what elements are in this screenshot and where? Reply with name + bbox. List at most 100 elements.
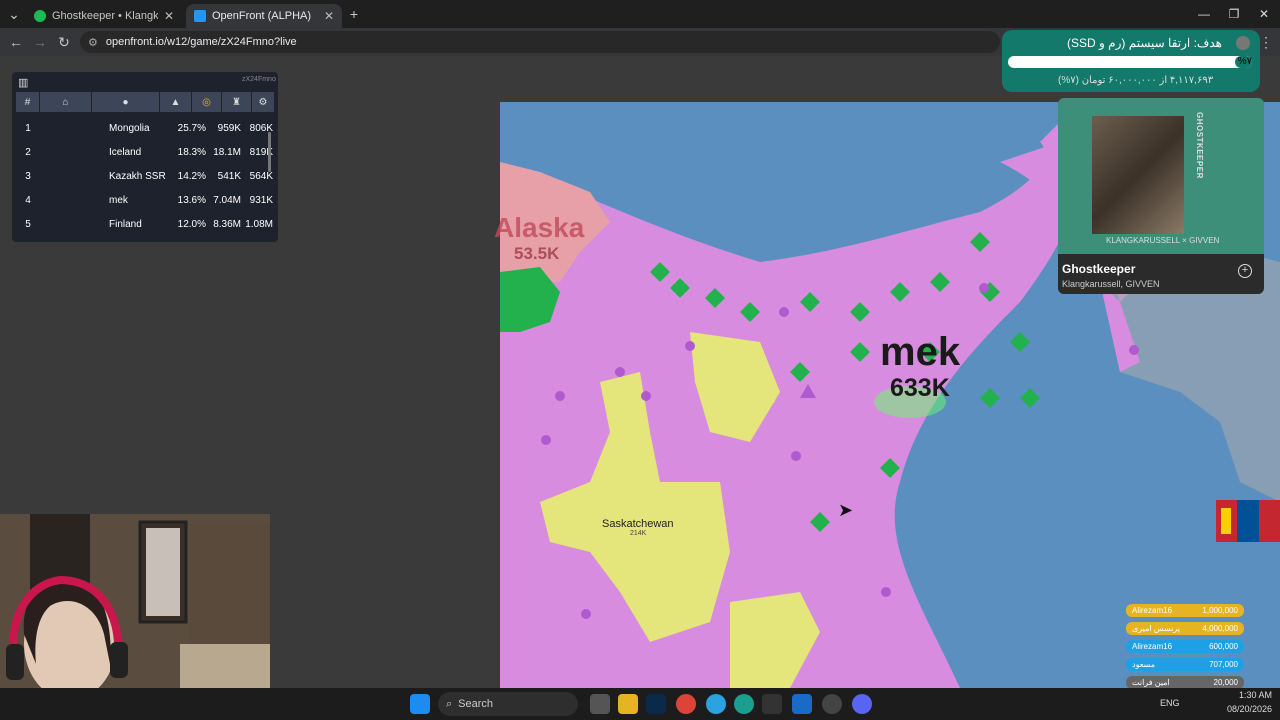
unit-marker[interactable] [1010,332,1030,352]
gold-icon[interactable]: ◎ [192,92,222,112]
leaderboard-row[interactable]: 3 Kazakh SSR 14.2% 541K 564K [16,164,274,188]
donation-entry: Alirezam16 1,000,000 [1126,604,1244,617]
windows-start-icon[interactable] [410,694,430,714]
album-photo [1092,116,1184,234]
tab-ghostkeeper[interactable]: Ghostkeeper • Klangkarussell, G... ✕ [26,4,182,28]
goal-title: هدف: ارتقا سیستم (رم و SSD) [1067,36,1222,50]
donation-entry: مسعود 707,000 [1126,658,1244,671]
troops-value: 931K [249,194,273,206]
donation-amount: 4,000,000 [1202,624,1238,633]
donor-name: Alirezam16 [1132,606,1173,615]
telegram-icon[interactable] [706,694,726,714]
city-marker[interactable] [641,391,651,401]
back-button[interactable]: ← [6,32,26,52]
new-tab-button[interactable]: + [344,4,364,24]
territory-pct: 14.2% [177,170,206,182]
search-icon: ⌕ [446,697,453,710]
windows-taskbar: ⌕ Search ENG 1:30 AM 08/20/2026 [0,688,1280,720]
app-icon[interactable] [762,694,782,714]
tab-openfront[interactable]: OpenFront (ALPHA) ✕ [186,4,342,28]
tab-search-icon[interactable]: ⌄ [4,4,24,24]
player-name: mek [109,194,128,206]
player-name: Iceland [109,146,142,158]
city-marker[interactable] [685,341,695,351]
city-marker[interactable] [979,283,989,293]
mek-troops: 633K [890,374,950,402]
donation-goal-widget: هدف: ارتقا سیستم (رم و SSD) %۷ ۴,۱۱۷,۶۹۳… [1002,30,1260,92]
taskbar-search[interactable]: ⌕ Search [438,692,578,716]
territory-sort-icon[interactable]: ▲ [160,92,192,112]
leaderboard-header: # ⌂ ● ▲ ◎ ♜ ⚙ [16,92,274,112]
close-icon[interactable]: ✕ [324,9,334,23]
leaderboard-row[interactable]: 1 Mongolia 25.7% 959K 806K [16,116,274,140]
mek-label: mek [880,330,961,374]
gold-value: 18.1M [213,146,241,158]
add-to-library-icon[interactable]: + [1238,264,1252,278]
player-icon[interactable]: ● [92,92,160,112]
leaderboard-toggle-icon[interactable]: ▥ [18,76,32,89]
discord-icon[interactable] [852,694,872,714]
alaska-label: Alaska [494,212,585,243]
donation-amount: 600,000 [1209,642,1238,651]
close-icon[interactable]: ✕ [164,9,174,23]
rank: 3 [25,170,31,182]
now-playing-card: GHOSTKEEPER KLANGKARUSSELL × GIVVEN Ghos… [1058,98,1264,294]
territory-pct: 18.3% [177,146,206,158]
city-marker[interactable] [615,367,625,377]
city-marker[interactable] [581,609,591,619]
clock-date[interactable]: 08/20/2026 [1220,704,1272,714]
unit-marker[interactable] [1020,388,1040,408]
mouse-cursor-icon: ➤ [838,500,854,520]
chrome-icon[interactable] [676,694,696,714]
troops-icon[interactable]: ♜ [222,92,252,112]
url-text: openfront.io/w12/game/zX24Fmno?live [105,36,297,48]
settings-gear-icon[interactable]: ⚙ [252,92,274,112]
rank-header[interactable]: # [16,92,40,112]
obs-icon[interactable] [822,694,842,714]
territory-pct: 13.6% [177,194,206,206]
rank: 5 [25,218,31,230]
close-window-button[interactable]: ✕ [1248,4,1280,24]
reload-button[interactable]: ↻ [54,32,74,52]
team-icon[interactable]: ⌂ [40,92,92,112]
leaderboard-row[interactable]: 4 mek 13.6% 7.04M 931K [16,188,274,212]
donation-entry: Alirezam16 600,000 [1126,640,1244,653]
troops-value: 1.08M [245,218,273,230]
vscode-icon[interactable] [792,694,812,714]
gold-value: 541K [217,170,241,182]
city-marker[interactable] [791,451,801,461]
city-marker[interactable] [541,435,551,445]
donation-amount: 707,000 [1209,660,1238,669]
unit-marker[interactable] [980,388,1000,408]
address-bar[interactable]: ⚙ openfront.io/w12/game/zX24Fmno?live [80,31,1000,53]
song-artist: Klangkarussell, GIVVEN [1062,279,1160,289]
edge-icon[interactable] [734,694,754,714]
language-indicator[interactable]: ENG [1160,698,1180,708]
leaderboard-row[interactable]: 5 Finland 12.0% 8.36M 1.08M [16,212,274,236]
site-info-icon[interactable]: ⚙ [88,36,98,49]
leaderboard-row[interactable]: 2 Iceland 18.3% 18.1M 819K [16,140,274,164]
city-marker[interactable] [779,307,789,317]
file-explorer-icon[interactable] [618,694,638,714]
city-marker[interactable] [1129,345,1139,355]
city-marker[interactable] [881,587,891,597]
tab-label: Ghostkeeper • Klangkarussell, G... [52,10,158,22]
city-marker[interactable] [555,391,565,401]
saskatchewan-troops: 214K [630,530,647,537]
rank: 4 [25,194,31,206]
clock-time[interactable]: 1:30 AM [1226,690,1272,700]
donor-name: Alirezam16 [1132,642,1173,651]
spotify-icon [34,10,46,22]
donation-amount: 1,000,000 [1202,606,1238,615]
minimize-button[interactable]: — [1188,4,1220,24]
task-view-icon[interactable] [590,694,610,714]
forward-button[interactable]: → [30,32,50,52]
song-title: Ghostkeeper [1062,262,1136,276]
restore-button[interactable]: ❐ [1218,4,1250,24]
leaderboard-scrollbar[interactable] [268,132,271,172]
player-name: Kazakh SSR [109,170,166,182]
donation-entry: پرنسس امیری 4,000,000 [1126,622,1244,635]
leaderboard-panel: ▥ zX24Fmno # ⌂ ● ▲ ◎ ♜ ⚙ 1 Mongolia 25.7… [12,72,278,242]
album-art-caption: KLANGKARUSSELL × GIVVEN [1106,236,1220,245]
photoshop-icon[interactable] [646,694,666,714]
